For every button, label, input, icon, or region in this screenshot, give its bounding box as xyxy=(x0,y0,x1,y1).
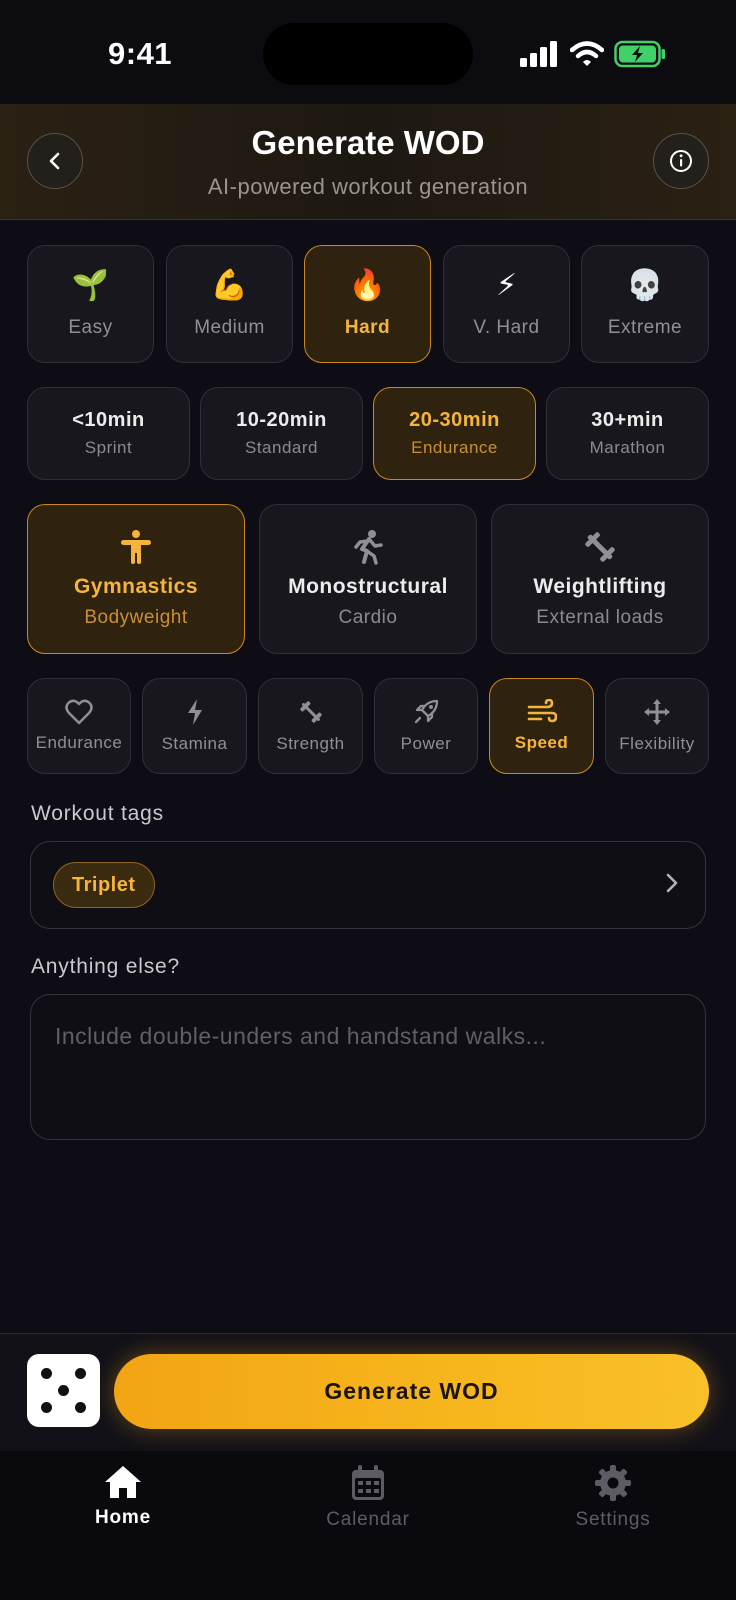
gymnastics-icon xyxy=(121,530,151,564)
duration-marathon[interactable]: 30+min Marathon xyxy=(546,387,709,480)
modality-monostructural[interactable]: Monostructural Cardio xyxy=(259,504,477,654)
dice-dot xyxy=(75,1368,86,1379)
focus-endurance[interactable]: Endurance xyxy=(27,678,131,774)
barbell-icon xyxy=(585,532,615,562)
skull-icon: 💀 xyxy=(626,269,664,302)
focus-label: Flexibility xyxy=(619,734,695,753)
anything-else-label: Anything else? xyxy=(31,955,180,978)
focus-label: Speed xyxy=(514,733,569,752)
duration-label: 10-20min xyxy=(236,409,327,431)
modality-sublabel: Cardio xyxy=(338,607,398,628)
lightning-icon: ⚡ xyxy=(495,269,518,302)
focus-flexibility[interactable]: Flexibility xyxy=(605,678,709,774)
running-icon xyxy=(354,530,383,565)
status-icons xyxy=(520,40,666,68)
difficulty-very-hard[interactable]: ⚡ V. Hard xyxy=(443,245,570,363)
modality-label: Weightlifting xyxy=(533,575,667,598)
difficulty-easy[interactable]: 🌱 Easy xyxy=(27,245,154,363)
generate-wod-button[interactable]: Generate WOD xyxy=(114,1354,709,1429)
modality-label: Monostructural xyxy=(288,575,448,598)
duration-sublabel: Standard xyxy=(245,438,318,457)
focus-stamina[interactable]: Stamina xyxy=(142,678,247,774)
duration-label: 30+min xyxy=(591,409,664,431)
heart-icon xyxy=(65,699,93,725)
info-icon xyxy=(670,150,692,172)
modality-weightlifting[interactable]: Weightlifting External loads xyxy=(491,504,709,654)
difficulty-label: Hard xyxy=(344,317,391,338)
focus-label: Endurance xyxy=(35,733,123,752)
duration-standard[interactable]: 10-20min Standard xyxy=(200,387,363,480)
tab-settings[interactable]: Settings xyxy=(533,1465,693,1531)
flexed-biceps-icon: 💪 xyxy=(210,269,249,302)
page-header: Generate WOD AI-powered workout generati… xyxy=(0,104,736,220)
duration-sublabel: Marathon xyxy=(589,438,666,457)
dice-dot xyxy=(41,1368,52,1379)
tag-chip[interactable]: Triplet xyxy=(53,862,155,908)
workout-tags-selector[interactable]: Triplet xyxy=(30,841,706,929)
tab-label: Settings xyxy=(575,1509,651,1530)
dice-dot xyxy=(58,1385,69,1396)
wifi-icon xyxy=(570,41,604,66)
page-title: Generate WOD xyxy=(251,124,485,161)
focus-speed[interactable]: Speed xyxy=(489,678,594,774)
focus-strength[interactable]: Strength xyxy=(258,678,363,774)
difficulty-extreme[interactable]: 💀 Extreme xyxy=(581,245,709,363)
calendar-icon xyxy=(352,1465,384,1500)
tab-bar: Home Calendar Settings xyxy=(0,1451,736,1600)
workout-tags-label: Workout tags xyxy=(31,802,164,825)
status-time: 9:41 xyxy=(108,36,173,71)
arrows-move-icon xyxy=(644,699,670,725)
focus-label: Strength xyxy=(276,734,345,753)
dice-dot xyxy=(75,1402,86,1413)
battery-icon xyxy=(614,40,665,68)
notes-input[interactable]: Include double-unders and handstand walk… xyxy=(30,994,706,1140)
focus-label: Stamina xyxy=(161,734,228,753)
rocket-icon xyxy=(414,699,439,724)
fire-icon: 🔥 xyxy=(348,269,387,302)
home-icon xyxy=(105,1466,141,1498)
difficulty-label: Extreme xyxy=(607,317,683,338)
info-button[interactable] xyxy=(653,133,709,189)
difficulty-label: V. Hard xyxy=(473,317,540,338)
action-bar: Generate WOD xyxy=(0,1333,736,1451)
modality-sublabel: Bodyweight xyxy=(84,607,188,628)
duration-sublabel: Sprint xyxy=(84,438,133,457)
dumbbell-icon xyxy=(299,701,322,723)
chevron-right-icon xyxy=(666,873,678,893)
seedling-icon: 🌱 xyxy=(71,269,110,302)
dice-dot xyxy=(41,1402,52,1413)
difficulty-label: Medium xyxy=(194,317,265,338)
modality-sublabel: External loads xyxy=(536,607,664,628)
duration-endurance[interactable]: 20-30min Endurance xyxy=(373,387,536,480)
tab-calendar[interactable]: Calendar xyxy=(288,1465,448,1531)
modality-gymnastics[interactable]: Gymnastics Bodyweight xyxy=(27,504,245,654)
duration-label: 20-30min xyxy=(409,409,500,431)
tab-home[interactable]: Home xyxy=(43,1465,203,1529)
difficulty-hard[interactable]: 🔥 Hard xyxy=(304,245,431,363)
focus-power[interactable]: Power xyxy=(374,678,478,774)
duration-label: <10min xyxy=(72,409,145,431)
duration-sprint[interactable]: <10min Sprint xyxy=(27,387,190,480)
signal-icon xyxy=(520,41,557,67)
difficulty-label: Easy xyxy=(68,317,113,338)
focus-label: Power xyxy=(400,734,452,753)
gear-icon xyxy=(595,1465,631,1501)
bolt-icon xyxy=(187,699,202,725)
dynamic-island xyxy=(263,23,473,85)
wind-icon xyxy=(527,699,557,723)
difficulty-medium[interactable]: 💪 Medium xyxy=(166,245,293,363)
randomize-dice-button[interactable] xyxy=(27,1354,100,1427)
tab-label: Home xyxy=(95,1507,151,1528)
modality-label: Gymnastics xyxy=(73,575,199,598)
status-bar: 9:41 xyxy=(0,0,736,104)
tab-label: Calendar xyxy=(326,1509,410,1530)
page-subtitle: AI-powered workout generation xyxy=(207,174,529,199)
duration-sublabel: Endurance xyxy=(411,438,498,457)
